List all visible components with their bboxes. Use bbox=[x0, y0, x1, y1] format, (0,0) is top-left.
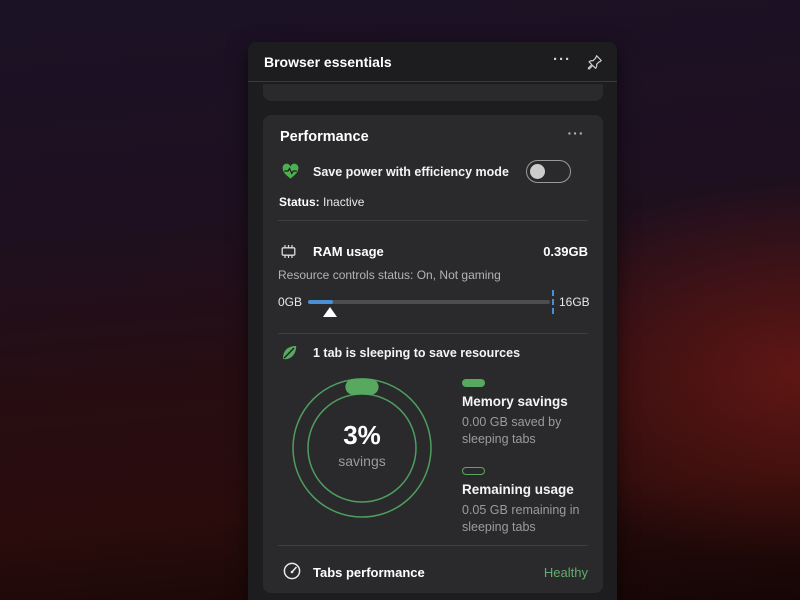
efficiency-mode-toggle[interactable] bbox=[526, 160, 571, 183]
performance-title: Performance bbox=[280, 129, 369, 145]
card-divider bbox=[278, 333, 588, 334]
donut-center-text: 3% savings bbox=[282, 420, 442, 469]
ram-slider-min-label: 0GB bbox=[278, 295, 302, 309]
memory-savings-title: Memory savings bbox=[462, 394, 597, 409]
popup-title: Browser essentials bbox=[264, 54, 392, 70]
ram-slider-max-label: 16GB bbox=[559, 295, 590, 309]
remaining-usage-desc: 0.05 GB remaining in sleeping tabs bbox=[462, 502, 597, 536]
memory-savings-desc: 0.00 GB saved by sleeping tabs bbox=[462, 414, 597, 448]
previous-card-partial bbox=[263, 84, 603, 101]
pin-icon bbox=[585, 54, 603, 72]
popup-more-button[interactable]: ··· bbox=[548, 51, 576, 73]
leaf-icon bbox=[280, 343, 299, 362]
savings-donut-chart: 3% savings bbox=[282, 368, 442, 528]
browser-essentials-popup: Browser essentials ··· Performance ··· bbox=[248, 42, 617, 600]
status-value: Inactive bbox=[320, 195, 365, 209]
sleeping-tabs-header: 1 tab is sleeping to save resources bbox=[313, 346, 520, 360]
popup-header: Browser essentials ··· bbox=[248, 42, 617, 82]
more-icon: ··· bbox=[553, 51, 571, 68]
ram-usage-value: 0.39GB bbox=[543, 244, 588, 259]
savings-caption: savings bbox=[282, 453, 442, 469]
ram-slider-track[interactable] bbox=[308, 300, 550, 304]
card-divider bbox=[278, 545, 588, 546]
efficiency-heart-icon bbox=[280, 161, 301, 181]
resource-controls-status: Resource controls status: On, Not gaming bbox=[278, 268, 501, 282]
ram-chip-icon bbox=[279, 242, 298, 261]
more-icon: ··· bbox=[568, 125, 585, 141]
tabs-performance-label[interactable]: Tabs performance bbox=[313, 565, 425, 580]
remaining-usage-legend: Remaining usage 0.05 GB remaining in sle… bbox=[462, 467, 597, 536]
memory-savings-marker bbox=[462, 379, 485, 387]
remaining-usage-title: Remaining usage bbox=[462, 482, 597, 497]
performance-more-button[interactable]: ··· bbox=[563, 125, 589, 145]
ram-limit-marker bbox=[552, 290, 554, 314]
memory-savings-legend: Memory savings 0.00 GB saved by sleeping… bbox=[462, 379, 597, 448]
savings-percent: 3% bbox=[282, 420, 442, 451]
efficiency-mode-label: Save power with efficiency mode bbox=[313, 165, 509, 179]
efficiency-status: Status: Inactive bbox=[279, 195, 364, 209]
performance-card: Performance ··· Save power with efficien… bbox=[263, 115, 603, 593]
status-label: Status: bbox=[279, 195, 320, 209]
card-divider bbox=[278, 220, 588, 221]
desktop-background: ✕ ··· bbox=[0, 0, 800, 600]
tabs-performance-status: Healthy bbox=[544, 565, 588, 580]
ram-slider-fill bbox=[308, 300, 333, 304]
toggle-knob bbox=[530, 164, 545, 179]
popup-pin-button[interactable] bbox=[582, 51, 606, 75]
remaining-usage-marker bbox=[462, 467, 485, 475]
ram-usage-label: RAM usage bbox=[313, 244, 384, 259]
gauge-icon bbox=[282, 561, 302, 581]
ram-slider-handle[interactable] bbox=[323, 307, 337, 317]
